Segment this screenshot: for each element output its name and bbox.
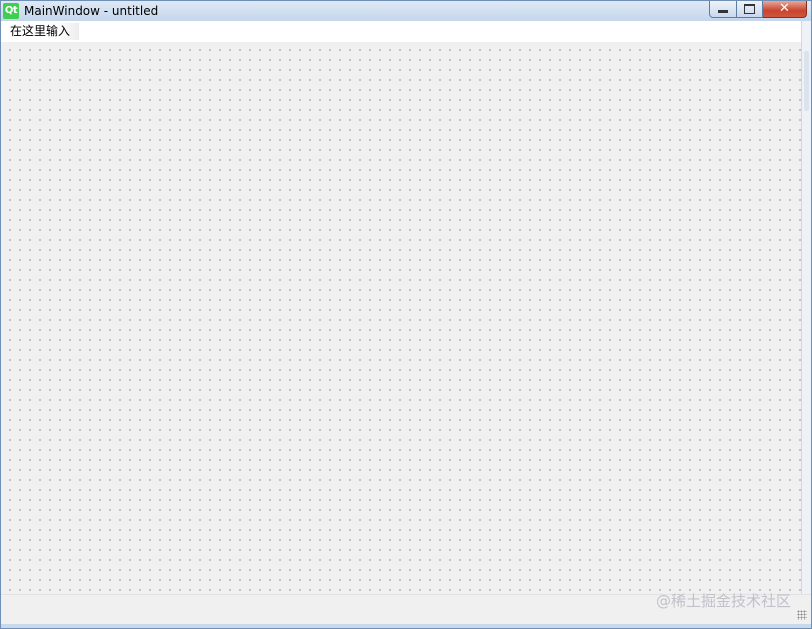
- form-canvas-grid[interactable]: [1, 42, 801, 594]
- watermark-text: @稀土掘金技术社区: [655, 592, 791, 610]
- maximize-icon: [744, 4, 755, 14]
- maximize-button[interactable]: [737, 1, 763, 18]
- main-window: Qt MainWindow - untitled ✕ 在这里输入 @稀土掘金技术…: [0, 0, 812, 629]
- qt-logo-icon: Qt: [3, 3, 19, 19]
- minimize-icon: [718, 10, 728, 13]
- close-icon: ✕: [779, 1, 790, 16]
- minimize-button[interactable]: [709, 1, 737, 18]
- scrollbar-thumb[interactable]: [804, 51, 809, 111]
- menu-bar: 在这里输入: [1, 21, 801, 42]
- close-button[interactable]: ✕: [763, 1, 807, 18]
- window-title: MainWindow - untitled: [24, 4, 159, 18]
- title-bar[interactable]: Qt MainWindow - untitled ✕: [1, 1, 811, 21]
- vertical-scrollbar[interactable]: [801, 21, 811, 594]
- menu-placeholder-type-here[interactable]: 在这里输入: [6, 23, 80, 40]
- size-grip-icon[interactable]: [797, 610, 807, 620]
- window-controls: ✕: [709, 1, 807, 19]
